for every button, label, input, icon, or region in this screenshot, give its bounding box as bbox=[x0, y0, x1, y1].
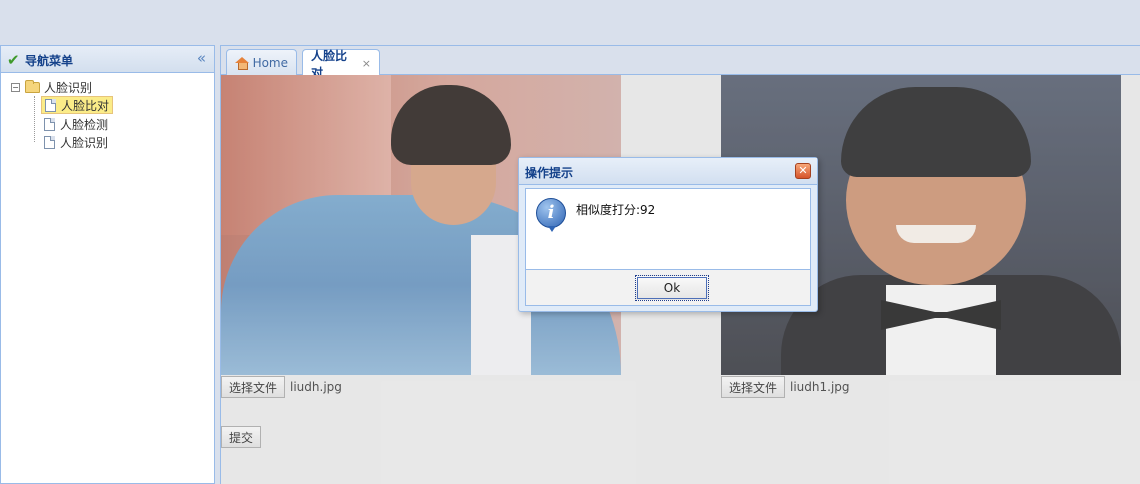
tree-item-face-compare[interactable]: 人脸比对 bbox=[41, 96, 114, 114]
tab-home-label: Home bbox=[252, 56, 288, 70]
tree-item-face-detect[interactable]: 人脸检测 bbox=[41, 115, 111, 133]
close-icon[interactable]: ✕ bbox=[795, 163, 811, 179]
tree-collapse-toggle-icon[interactable]: − bbox=[11, 82, 20, 92]
dialog-body: i 相似度打分:92 bbox=[525, 188, 811, 270]
dialog-message: 相似度打分:92 bbox=[576, 203, 656, 217]
tab-home[interactable]: Home bbox=[226, 49, 297, 76]
tree-node-root[interactable]: − 人脸识别 bbox=[11, 78, 92, 96]
check-icon: ✔ bbox=[7, 51, 20, 69]
document-icon bbox=[45, 98, 56, 112]
navigation-panel-title: 导航菜单 bbox=[25, 54, 74, 68]
tree-node-root-label: 人脸识别 bbox=[44, 80, 93, 95]
navigation-panel-header: ✔ 导航菜单 « bbox=[1, 46, 214, 73]
folder-icon bbox=[25, 79, 40, 93]
top-banner bbox=[0, 0, 1140, 45]
home-icon bbox=[235, 57, 249, 70]
tree-item-face-recognize[interactable]: 人脸识别 bbox=[41, 133, 111, 151]
ok-button[interactable]: Ok bbox=[635, 275, 709, 301]
tree-item-label: 人脸比对 bbox=[61, 98, 110, 113]
dialog-header[interactable]: 操作提示 ✕ bbox=[519, 158, 817, 185]
dialog-footer: Ok bbox=[525, 270, 811, 306]
document-icon bbox=[44, 117, 55, 131]
tab-bar: Home 人脸比对 × bbox=[221, 45, 1140, 80]
document-icon bbox=[44, 135, 55, 149]
dialog-title: 操作提示 bbox=[525, 166, 574, 180]
tree-item-label: 人脸检测 bbox=[60, 117, 109, 132]
tab-face-compare[interactable]: 人脸比对 × bbox=[302, 49, 380, 80]
info-icon: i bbox=[536, 198, 566, 232]
message-dialog: 操作提示 ✕ i 相似度打分:92 Ok bbox=[518, 157, 818, 312]
tree-guide-line bbox=[34, 96, 35, 142]
collapse-icon[interactable]: « bbox=[197, 49, 206, 67]
tab-close-icon[interactable]: × bbox=[362, 57, 371, 70]
tree-item-label: 人脸识别 bbox=[60, 135, 109, 150]
navigation-panel: ✔ 导航菜单 « − 人脸识别 人脸比对 人脸检测 人脸识别 bbox=[0, 45, 215, 484]
